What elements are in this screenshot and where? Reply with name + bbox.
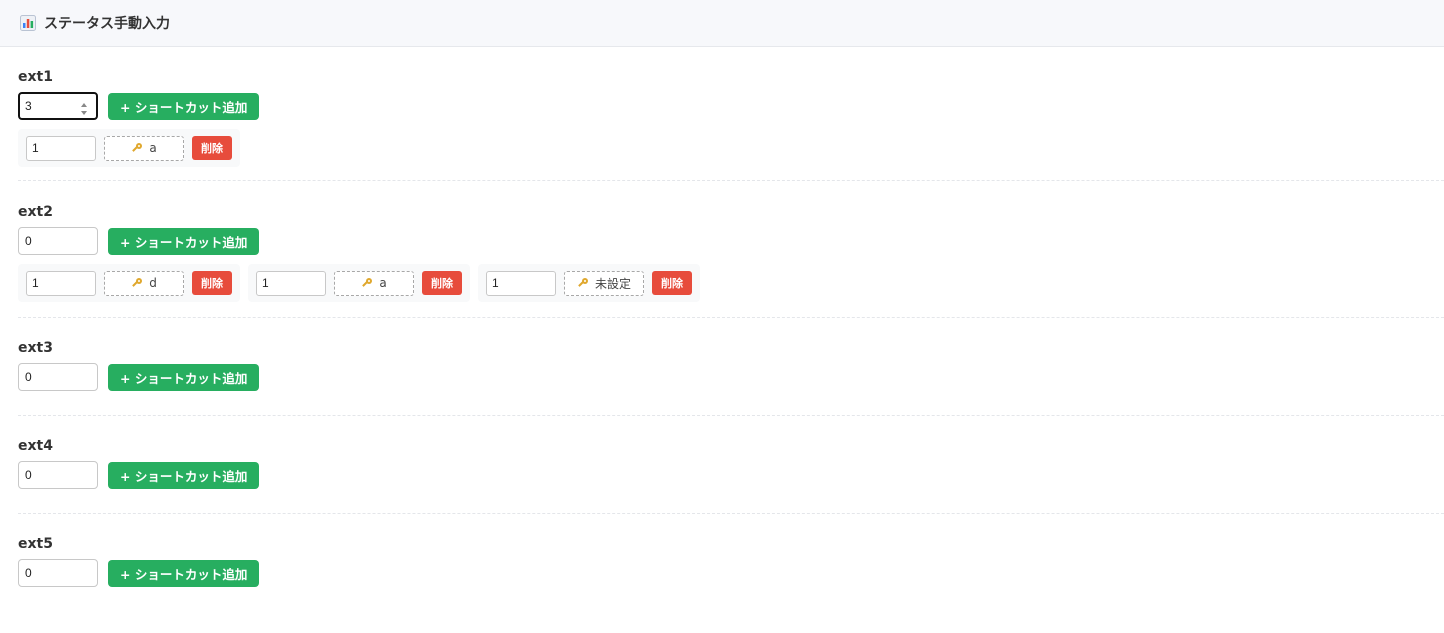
add-shortcut-button[interactable]: + ショートカット追加 [108, 363, 260, 391]
status-section-ext3: ext3 0 + ショートカット追加 [18, 318, 1444, 416]
status-label: ext3 [18, 340, 53, 356]
shortcut-key-button[interactable]: 未設定 [564, 270, 644, 296]
shortcut-key-label: d [149, 276, 157, 290]
shortcut-amount-input[interactable]: 1 [26, 135, 96, 161]
shortcut-key-label: a [379, 276, 387, 290]
shortcut-item: 1 a 削除 [18, 129, 240, 167]
status-section-ext2: ext2 0 + ショートカット追加 1 d 削除 1 a 削除 1 未設定 削… [18, 181, 1444, 318]
status-label: ext2 [18, 204, 53, 220]
add-shortcut-button[interactable]: + ショートカット追加 [108, 92, 260, 120]
add-shortcut-button[interactable]: + ショートカット追加 [108, 461, 260, 489]
shortcut-item: 1 a 削除 [248, 264, 470, 302]
delete-shortcut-button[interactable]: 削除 [192, 136, 232, 160]
status-label: ext1 [18, 69, 53, 85]
shortcut-key-label: a [149, 141, 157, 155]
key-icon [361, 277, 373, 289]
page-title: ステータス手動入力 [44, 16, 170, 32]
status-section-ext1: ext1 3 + ショートカット追加 1 a 削除 [18, 47, 1444, 181]
key-icon [577, 277, 589, 289]
bar-chart-icon [20, 15, 36, 31]
status-value-input[interactable]: 0 [18, 559, 98, 587]
spinner-arrows-icon[interactable] [80, 100, 88, 115]
page-header: ステータス手動入力 [0, 0, 1444, 47]
status-value-input[interactable]: 0 [18, 227, 98, 255]
status-label: ext5 [18, 536, 53, 552]
shortcut-item: 1 未設定 削除 [478, 264, 700, 302]
delete-shortcut-button[interactable]: 削除 [192, 271, 232, 295]
status-value-input[interactable]: 0 [18, 363, 98, 391]
add-shortcut-button[interactable]: + ショートカット追加 [108, 227, 260, 255]
shortcut-key-label: 未設定 [594, 276, 631, 291]
status-label: ext4 [18, 438, 53, 454]
status-value-input[interactable]: 0 [18, 461, 98, 489]
key-icon [131, 277, 143, 289]
shortcut-key-button[interactable]: a [104, 135, 184, 161]
add-shortcut-button[interactable]: + ショートカット追加 [108, 559, 260, 587]
delete-shortcut-button[interactable]: 削除 [422, 271, 462, 295]
shortcut-key-button[interactable]: d [104, 270, 184, 296]
delete-shortcut-button[interactable]: 削除 [652, 271, 692, 295]
shortcut-list: 1 d 削除 1 a 削除 1 未設定 削除 [18, 264, 1444, 302]
shortcut-item: 1 d 削除 [18, 264, 240, 302]
status-value-input[interactable]: 3 [18, 92, 98, 120]
shortcut-list: 1 a 削除 [18, 129, 1444, 167]
shortcut-amount-input[interactable]: 1 [486, 270, 556, 296]
key-icon [131, 142, 143, 154]
shortcut-key-button[interactable]: a [334, 270, 414, 296]
shortcut-amount-input[interactable]: 1 [256, 270, 326, 296]
status-list: ext1 3 + ショートカット追加 1 a 削除 ext2 0 + ショートカ… [0, 47, 1444, 612]
status-section-ext5: ext5 0 + ショートカット追加 [18, 514, 1444, 612]
shortcut-amount-input[interactable]: 1 [26, 270, 96, 296]
status-section-ext4: ext4 0 + ショートカット追加 [18, 416, 1444, 514]
